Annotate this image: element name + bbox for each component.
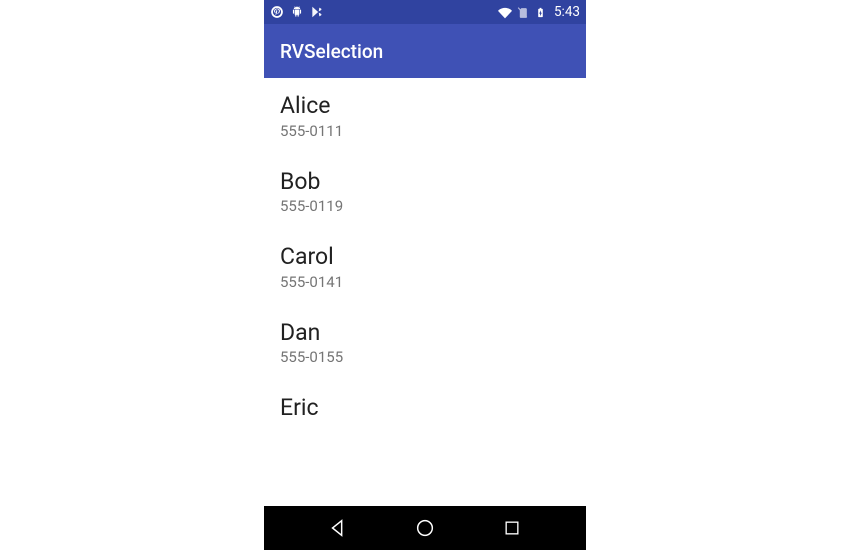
- contact-phone: 555-0119: [280, 197, 570, 215]
- pinterest-icon: [270, 5, 284, 19]
- navigation-bar: [264, 506, 586, 550]
- wifi-icon: [498, 5, 512, 19]
- contact-name: Alice: [280, 92, 570, 120]
- app-title: RVSelection: [280, 40, 383, 63]
- no-sim-icon: [516, 5, 530, 19]
- list-item[interactable]: Carol 555-0141: [264, 229, 586, 305]
- play-store-icon: [310, 5, 324, 19]
- status-left: [270, 5, 324, 19]
- contact-phone: 555-0111: [280, 122, 570, 140]
- recents-button[interactable]: [492, 508, 532, 548]
- status-right: 5:43: [498, 4, 580, 20]
- contact-name: Bob: [280, 168, 570, 196]
- contact-name: Dan: [280, 319, 570, 347]
- list-item[interactable]: Dan 555-0155: [264, 305, 586, 381]
- contact-phone: 555-0141: [280, 273, 570, 291]
- home-button[interactable]: [405, 508, 445, 548]
- android-icon: [290, 5, 304, 19]
- back-button[interactable]: [318, 508, 358, 548]
- contact-phone: 555-0155: [280, 348, 570, 366]
- app-bar: RVSelection: [264, 24, 586, 78]
- battery-charging-icon: [534, 5, 548, 19]
- contact-name: Eric: [280, 394, 570, 422]
- status-time: 5:43: [554, 4, 580, 20]
- status-bar: 5:43: [264, 0, 586, 24]
- list-item[interactable]: Eric: [264, 380, 586, 422]
- list-item[interactable]: Bob 555-0119: [264, 154, 586, 230]
- contact-list[interactable]: Alice 555-0111 Bob 555-0119 Carol 555-01…: [264, 78, 586, 506]
- list-item[interactable]: Alice 555-0111: [264, 78, 586, 154]
- contact-name: Carol: [280, 243, 570, 271]
- device-frame: 5:43 RVSelection Alice 555-0111 Bob 555-…: [264, 0, 586, 550]
